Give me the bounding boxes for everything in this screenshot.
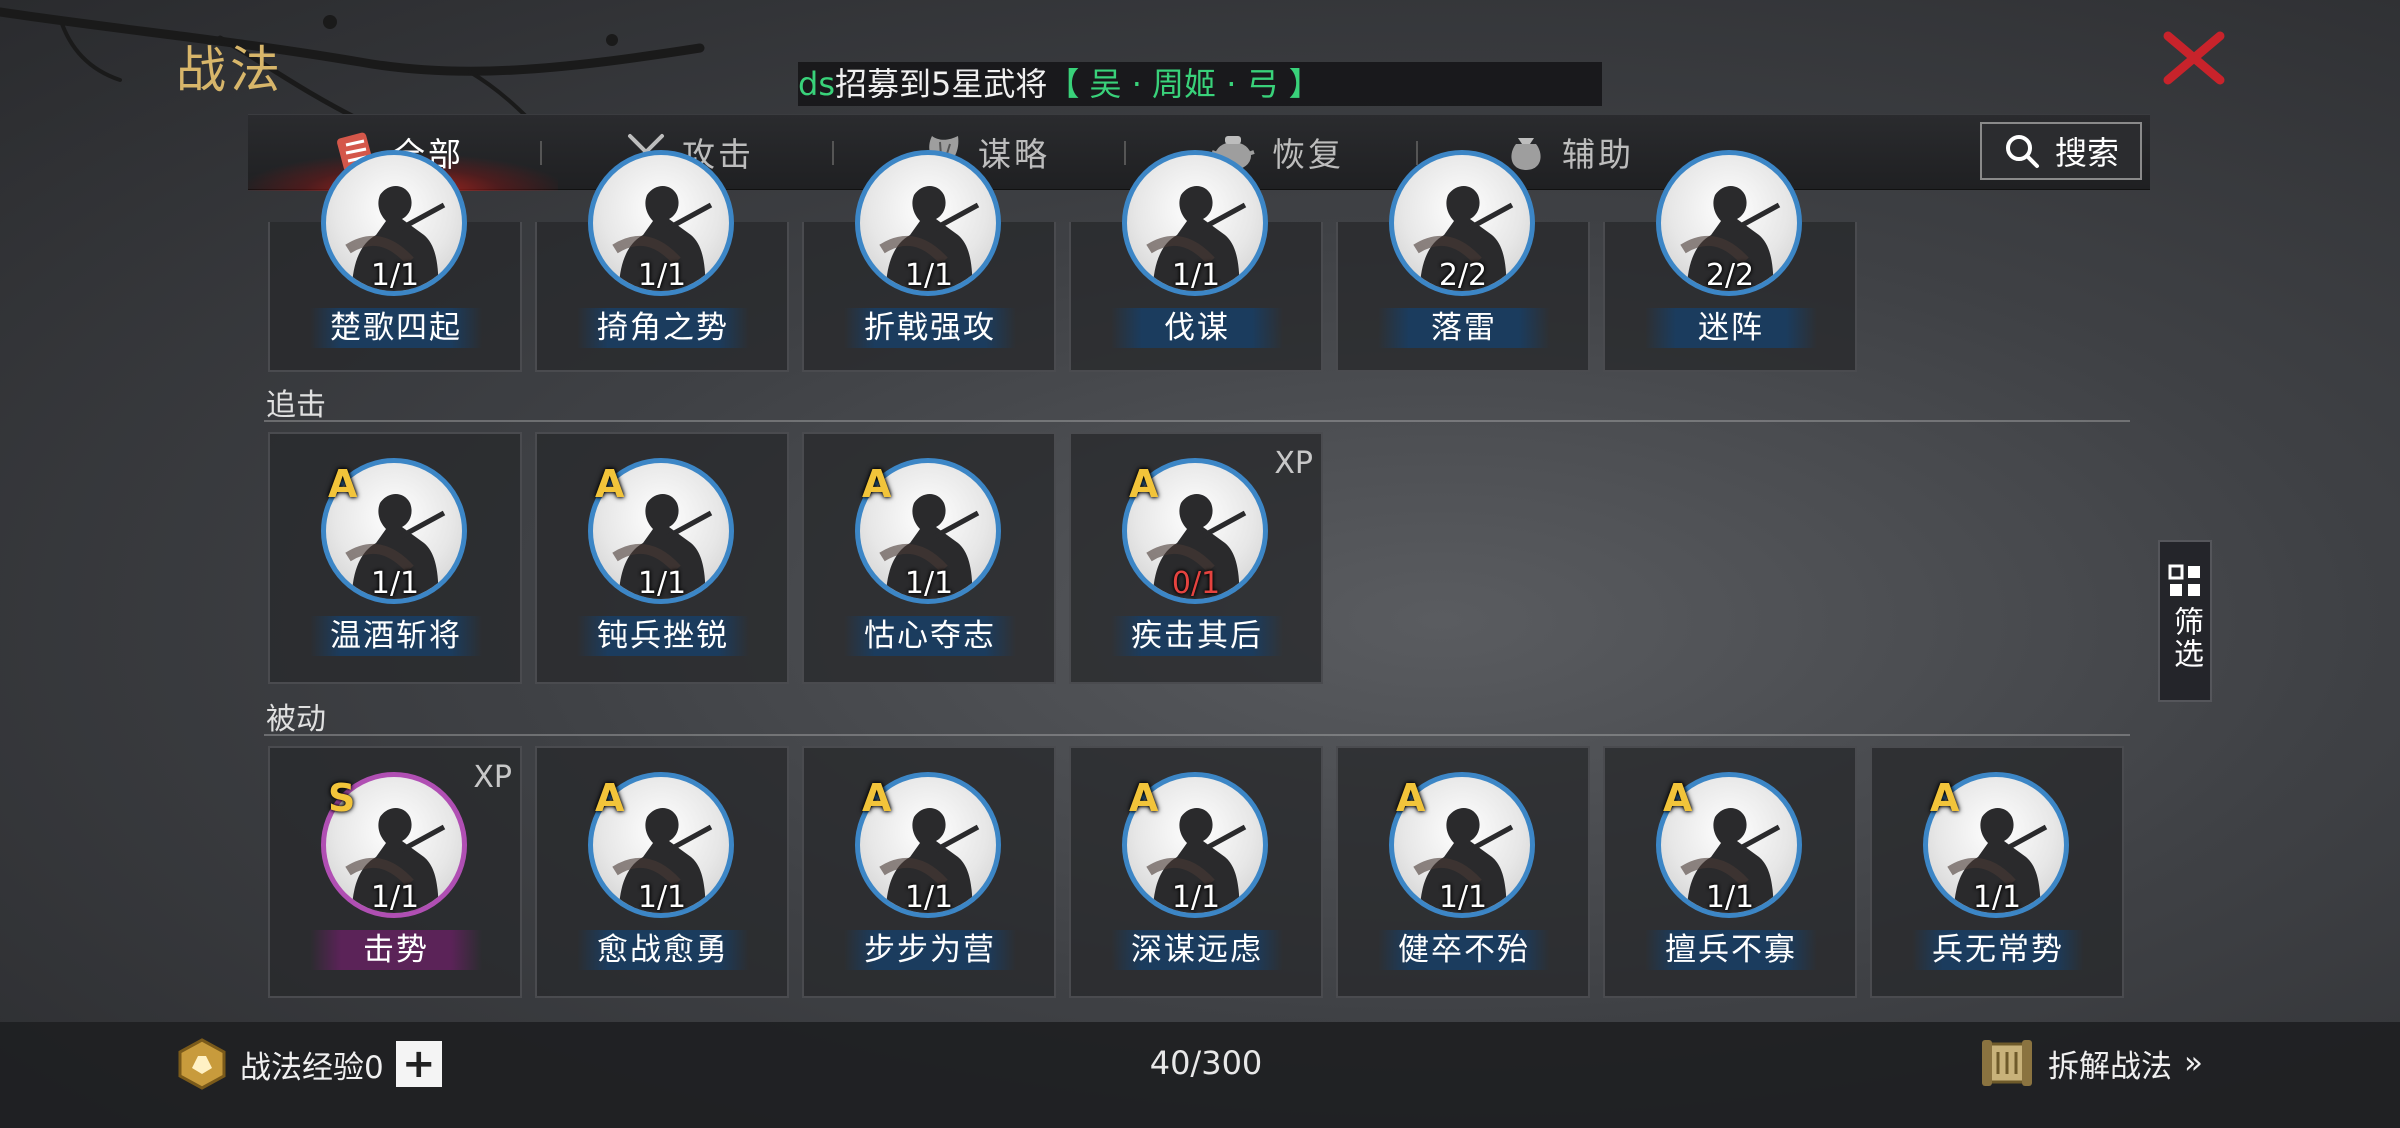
skill-count-label: 1/1 [904, 258, 954, 293]
skill-card[interactable]: 1/1 折戟强攻 [802, 150, 1056, 372]
tab-divider [540, 141, 542, 165]
close-icon[interactable] [2158, 28, 2230, 88]
skill-name: 楚歌四起 [310, 308, 482, 348]
grade-badge: A [862, 462, 892, 506]
skill-exp-label: 战法经验0 [240, 1049, 384, 1086]
skill-card[interactable]: A 1/1 步步为营 [802, 746, 1056, 998]
grade-badge: A [1930, 776, 1960, 820]
grade-badge: A [862, 776, 892, 820]
skill-name: 深谋远虑 [1111, 930, 1283, 970]
skill-name: 掎角之势 [577, 308, 749, 348]
xp-badge: XP [473, 760, 512, 795]
skill-name: 伐谋 [1111, 308, 1283, 348]
skill-card[interactable]: A 1/1 深谋远虑 [1069, 746, 1323, 998]
grade-badge: A [1396, 776, 1426, 820]
section-label-passive: 被动 [266, 702, 326, 737]
skill-exp-icon [178, 1038, 226, 1090]
skill-count-label: 0/1 [1171, 566, 1221, 601]
xp-badge: XP [1274, 446, 1313, 481]
skill-count-label: 1/1 [637, 258, 687, 293]
skill-card[interactable]: A 1/1 健卒不殆 [1336, 746, 1590, 998]
tab-divider [1416, 141, 1418, 165]
skill-card[interactable]: A 1/1 愈战愈勇 [535, 746, 789, 998]
search-icon [2005, 135, 2039, 168]
marquee-prefix: ds [798, 65, 835, 103]
skill-count: 40/300 [1149, 1044, 1263, 1082]
skill-name: 愈战愈勇 [577, 930, 749, 970]
skill-name: 折戟强攻 [844, 308, 1016, 348]
skill-card[interactable]: A 1/1 怙心夺志 [802, 432, 1056, 684]
grade-badge: A [1663, 776, 1693, 820]
skill-name: 击势 [310, 930, 482, 970]
grade-badge: S [328, 776, 356, 820]
skill-card[interactable]: 1/1 掎角之势 [535, 150, 789, 372]
skill-count-label: 1/1 [904, 566, 954, 601]
skill-card[interactable]: S XP 1/1 击势 [268, 746, 522, 998]
skill-card[interactable]: A 1/1 温酒斩将 [268, 432, 522, 684]
skill-count-label: 1/1 [904, 880, 954, 915]
page-title: 战法 [176, 41, 284, 99]
skill-name: 疾击其后 [1111, 616, 1283, 656]
scroll-icon [1982, 1040, 2032, 1086]
tab-divider [1124, 141, 1126, 165]
add-exp-button[interactable]: + [395, 1041, 442, 1087]
skill-card[interactable]: 1/1 伐谋 [1069, 150, 1323, 372]
grid-filter-icon [2168, 564, 2200, 596]
skill-exp-display: 战法经验0 + [176, 1038, 442, 1090]
filter-button[interactable]: 筛选 [2158, 540, 2212, 702]
skill-count-label: 1/1 [1171, 258, 1221, 293]
skill-name: 健卒不殆 [1378, 930, 1550, 970]
skill-name: 怙心夺志 [844, 616, 1016, 656]
section-divider [264, 420, 2130, 422]
announcement-marquee: ds招募到5星武将【 吴 · 周姬 · 弓 】 [798, 62, 1602, 106]
skill-count-label: 2/2 [1438, 258, 1488, 293]
tab-label: 恢复 [1272, 135, 1344, 174]
skill-card[interactable]: 1/1 楚歌四起 [268, 150, 522, 372]
skill-name: 落雷 [1378, 308, 1550, 348]
dismantle-label: 拆解战法 [2048, 1048, 2172, 1085]
skill-count-label: 1/1 [637, 880, 687, 915]
skill-name: 温酒斩将 [310, 616, 482, 656]
skill-name: 迷阵 [1645, 308, 1817, 348]
skill-card[interactable]: 2/2 落雷 [1336, 150, 1590, 372]
skill-name: 步步为营 [844, 930, 1016, 970]
grade-badge: A [328, 462, 358, 506]
tab-label: 谋略 [978, 135, 1050, 174]
skill-name: 擅兵不寡 [1645, 930, 1817, 970]
skill-card[interactable]: A XP 0/1 疾击其后 [1069, 432, 1323, 684]
skill-count-label: 1/1 [637, 566, 687, 601]
tab-label: 辅助 [1562, 135, 1634, 174]
skill-count-label: 1/1 [1705, 880, 1755, 915]
skill-count-label: 1/1 [1972, 880, 2022, 915]
skill-name: 钝兵挫锐 [577, 616, 749, 656]
search-label: 搜索 [2054, 134, 2119, 172]
skill-name: 兵无常势 [1912, 930, 2084, 970]
marquee-hero: 【 吴 · 周姬 · 弓 】 [1047, 65, 1321, 103]
section-divider [264, 734, 2130, 736]
tab-divider [832, 141, 834, 165]
dismantle-skills-button[interactable]: 拆解战法 » [1978, 1034, 2203, 1092]
marquee-text: 招募到5星武将 [834, 65, 1048, 103]
grade-badge: A [1129, 776, 1159, 820]
skill-card[interactable]: A 1/1 兵无常势 [1870, 746, 2124, 998]
grade-badge: A [595, 776, 625, 820]
section-label-pursuit: 追击 [266, 388, 326, 423]
tab-support[interactable]: 辅助 [1504, 115, 1634, 189]
skill-count-label: 1/1 [1438, 880, 1488, 915]
skill-card[interactable]: A 1/1 擅兵不寡 [1603, 746, 1857, 998]
skill-card[interactable]: 2/2 迷阵 [1603, 150, 1857, 372]
skill-count-label: 1/1 [370, 880, 420, 915]
skill-count-label: 1/1 [370, 566, 420, 601]
skill-count-label: 1/1 [370, 258, 420, 293]
grade-badge: A [1129, 462, 1159, 506]
filter-label: 筛选 [2168, 606, 2203, 670]
skill-count-label: 2/2 [1705, 258, 1755, 293]
dismantle-arrow: » [2184, 1045, 2203, 1081]
skill-count-label: 1/1 [1171, 880, 1221, 915]
search-button[interactable]: 搜索 [1980, 122, 2142, 180]
skill-card[interactable]: A 1/1 钝兵挫锐 [535, 432, 789, 684]
grade-badge: A [595, 462, 625, 506]
